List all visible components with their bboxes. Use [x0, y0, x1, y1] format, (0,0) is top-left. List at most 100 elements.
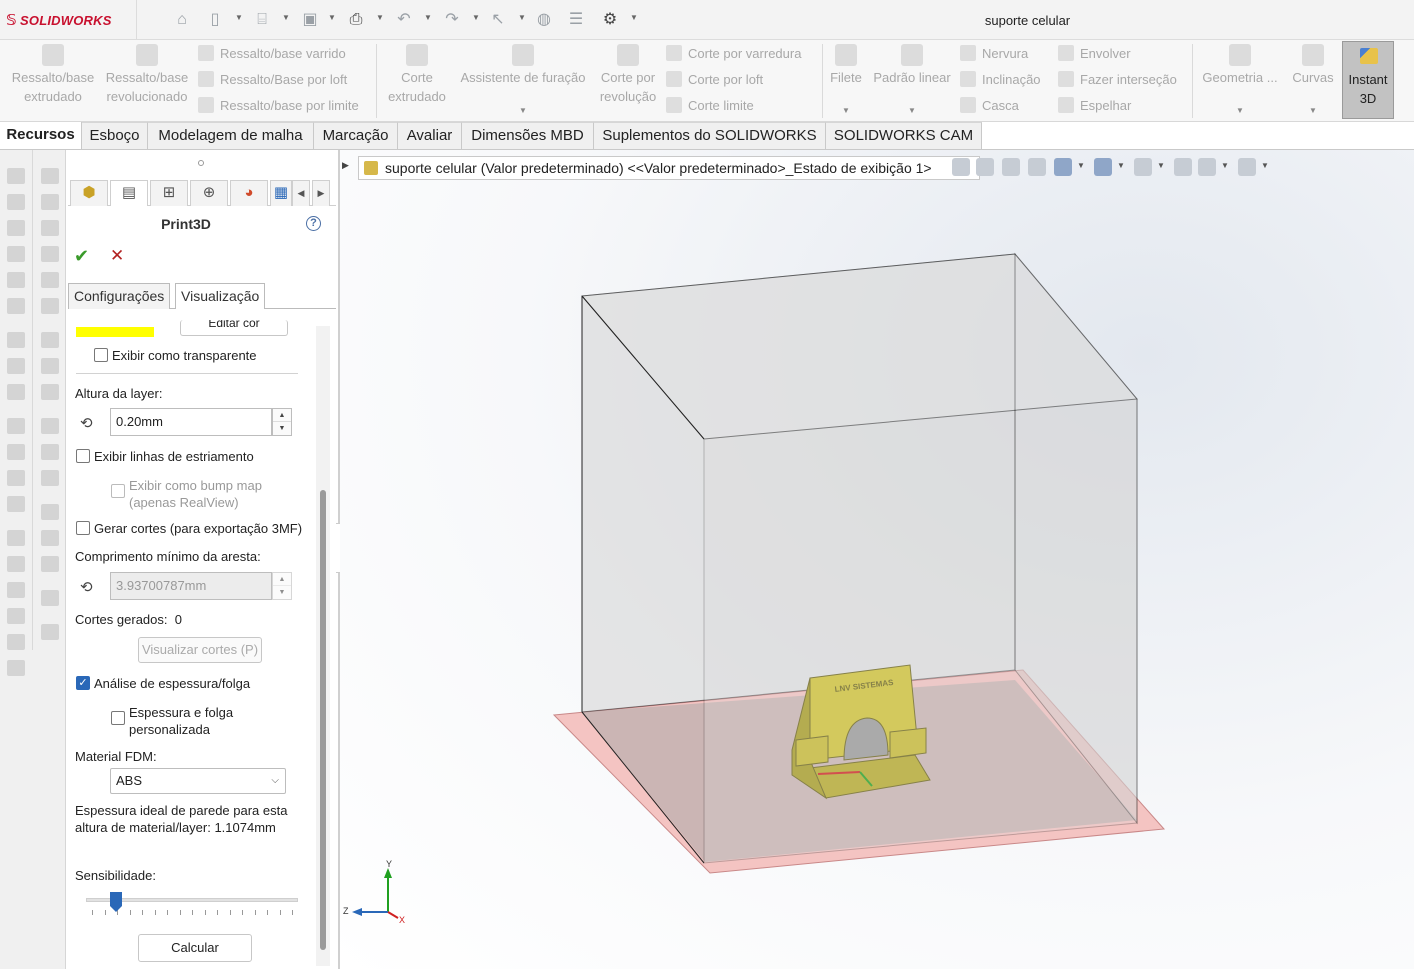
tool-icon[interactable]	[7, 272, 25, 288]
tool-icon[interactable]	[7, 332, 25, 348]
solidworks-logo[interactable]: 𝕊 SOLIDWORKS	[6, 11, 112, 29]
chevron-down-icon[interactable]: ▼	[235, 13, 243, 22]
tool-icon[interactable]	[41, 220, 59, 236]
tool-icon[interactable]	[41, 590, 59, 606]
tab-recursos[interactable]: Recursos	[0, 122, 82, 149]
property-manager-tab[interactable]: ▤	[110, 180, 148, 206]
tab-scroll-left[interactable]: ◀	[292, 180, 310, 206]
chevron-down-icon[interactable]: ▼	[519, 106, 527, 115]
tool-icon[interactable]	[7, 418, 25, 434]
chevron-down-icon[interactable]: ▼	[630, 13, 638, 22]
tab-avaliar[interactable]: Avaliar	[398, 122, 462, 149]
chevron-down-icon[interactable]: ▼	[842, 106, 850, 115]
feature-manager-tab[interactable]: ⬢	[70, 180, 108, 206]
extruded-cut-button[interactable]: Corte extrudado	[382, 44, 452, 106]
tab-marcacao[interactable]: Marcação	[314, 122, 398, 149]
tool-icon[interactable]	[41, 298, 59, 314]
bump-map-checkbox[interactable]	[111, 484, 125, 498]
chevron-down-icon[interactable]: ▼	[424, 13, 432, 22]
select-cursor-icon[interactable]: ↖	[488, 10, 508, 30]
options-gear-icon[interactable]: ⚙	[600, 10, 620, 30]
tool-icon[interactable]	[41, 470, 59, 486]
tool-icon[interactable]	[41, 358, 59, 374]
tool-icon[interactable]	[41, 624, 59, 640]
open-folder-icon[interactable]: ⌸	[252, 10, 272, 30]
wrap-button[interactable]: Envolver	[1058, 44, 1131, 64]
view-slices-button[interactable]: Visualizar cortes (P)	[138, 637, 262, 663]
layer-height-input[interactable]: 0.20mm	[110, 408, 272, 436]
tool-icon[interactable]	[7, 530, 25, 546]
tab-solidworks-cam[interactable]: SOLIDWORKS CAM	[826, 122, 982, 149]
chevron-down-icon[interactable]: ▼	[472, 13, 480, 22]
sensitivity-slider[interactable]	[86, 892, 298, 922]
chevron-down-icon[interactable]: ▼	[1236, 106, 1244, 115]
home-icon[interactable]: ⌂	[172, 10, 192, 30]
tool-icon[interactable]	[7, 298, 25, 314]
file-properties-icon[interactable]: ☰	[566, 10, 586, 30]
tool-icon[interactable]	[7, 358, 25, 374]
model-viewport[interactable]: LNV SISTEMAS Y Z X	[340, 150, 1414, 969]
intersect-button[interactable]: Fazer interseção	[1058, 70, 1177, 90]
cam-tab[interactable]: ▦	[270, 180, 292, 206]
panel-grip[interactable]	[198, 160, 204, 166]
min-edge-input[interactable]: 3.93700787mm	[110, 572, 272, 600]
tab-suplementos[interactable]: Suplementos do SOLIDWORKS	[594, 122, 826, 149]
chevron-down-icon[interactable]: ▼	[376, 13, 384, 22]
tool-icon[interactable]	[41, 556, 59, 572]
undo-icon[interactable]: ↶	[394, 10, 414, 30]
tool-icon[interactable]	[41, 504, 59, 520]
curves-button[interactable]: Curvas	[1288, 44, 1338, 87]
help-icon[interactable]: ?	[306, 216, 321, 231]
cancel-button[interactable]: ✕	[110, 246, 124, 266]
tab-visualizacao[interactable]: Visualização	[175, 283, 266, 309]
chevron-down-icon[interactable]: ▼	[518, 13, 526, 22]
configuration-manager-tab[interactable]: ⊞	[150, 180, 188, 206]
boundary-cut-button[interactable]: Corte limite	[666, 96, 754, 116]
tool-icon[interactable]	[7, 496, 25, 512]
tool-icon[interactable]	[7, 608, 25, 624]
chevron-down-icon[interactable]: ▼	[282, 13, 290, 22]
tab-dimensoes-mbd[interactable]: Dimensões MBD	[462, 122, 594, 149]
chevron-down-icon[interactable]: ▼	[328, 13, 336, 22]
min-edge-spinner[interactable]: ▲ ▼	[272, 572, 292, 600]
hole-wizard-button[interactable]: Assistente de furação	[456, 44, 590, 87]
ok-button[interactable]: ✔	[74, 246, 89, 267]
layer-height-spinner[interactable]: ▲ ▼	[272, 408, 292, 436]
tool-icon[interactable]	[41, 168, 59, 184]
tool-icon[interactable]	[41, 384, 59, 400]
tool-icon[interactable]	[7, 384, 25, 400]
tool-icon[interactable]	[7, 660, 25, 676]
graphics-area[interactable]: ▶ suporte celular (Valor predeterminado)…	[340, 150, 1414, 969]
rib-button[interactable]: Nervura	[960, 44, 1028, 64]
redo-icon[interactable]: ↷	[442, 10, 462, 30]
revolved-boss-button[interactable]: Ressalto/base revolucionado	[102, 44, 192, 106]
show-striation-checkbox[interactable]	[76, 449, 90, 463]
generate-slices-checkbox[interactable]	[76, 521, 90, 535]
tool-icon[interactable]	[41, 444, 59, 460]
tab-esboco[interactable]: Esboço	[82, 122, 148, 149]
pm-scroll-thumb[interactable]	[320, 490, 326, 950]
slider-thumb[interactable]	[110, 892, 122, 912]
chevron-down-icon[interactable]: ▼	[908, 106, 916, 115]
edit-color-button[interactable]: Editar cor	[180, 320, 288, 336]
calculate-button[interactable]: Calcular	[138, 934, 252, 962]
tool-icon[interactable]	[41, 194, 59, 210]
dimxpert-tab[interactable]: ⊕	[190, 180, 228, 206]
tool-icon[interactable]	[7, 220, 25, 236]
boundary-boss-button[interactable]: Ressalto/base por limite	[198, 96, 359, 116]
new-document-icon[interactable]: ▯	[205, 10, 225, 30]
chevron-down-icon[interactable]: ▼	[1309, 106, 1317, 115]
tool-icon[interactable]	[7, 444, 25, 460]
revolved-cut-button[interactable]: Corte por revolução	[596, 44, 660, 106]
lofted-boss-button[interactable]: Ressalto/Base por loft	[198, 70, 347, 90]
linear-pattern-button[interactable]: Padrão linear	[870, 44, 954, 87]
tool-icon[interactable]	[7, 470, 25, 486]
tab-scroll-right[interactable]: ▶	[312, 180, 330, 206]
tool-icon[interactable]	[7, 194, 25, 210]
rebuild-icon[interactable]: ◍	[534, 10, 554, 30]
lofted-cut-button[interactable]: Corte por loft	[666, 70, 763, 90]
reference-geometry-button[interactable]: Geometria ...	[1198, 44, 1282, 87]
shell-button[interactable]: Casca	[960, 96, 1019, 116]
fdm-material-select[interactable]: ABS ⌵	[110, 768, 286, 794]
custom-thickness-checkbox[interactable]	[111, 711, 125, 725]
